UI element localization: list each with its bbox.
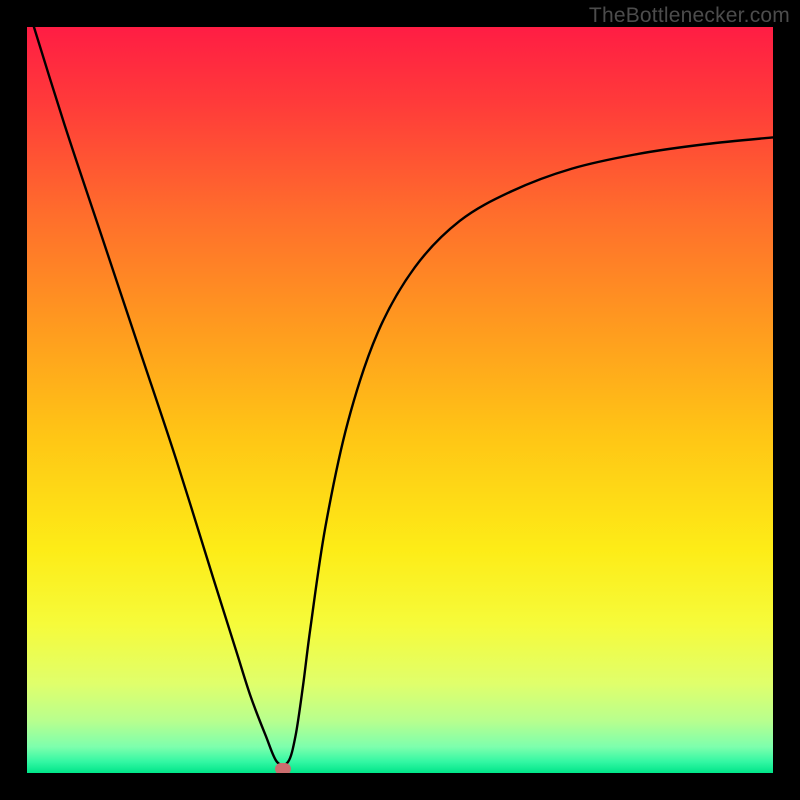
bottleneck-curve <box>27 27 773 773</box>
plot-area <box>27 27 773 773</box>
watermark-text: TheBottlenecker.com <box>589 4 790 28</box>
minimum-marker <box>275 763 291 773</box>
